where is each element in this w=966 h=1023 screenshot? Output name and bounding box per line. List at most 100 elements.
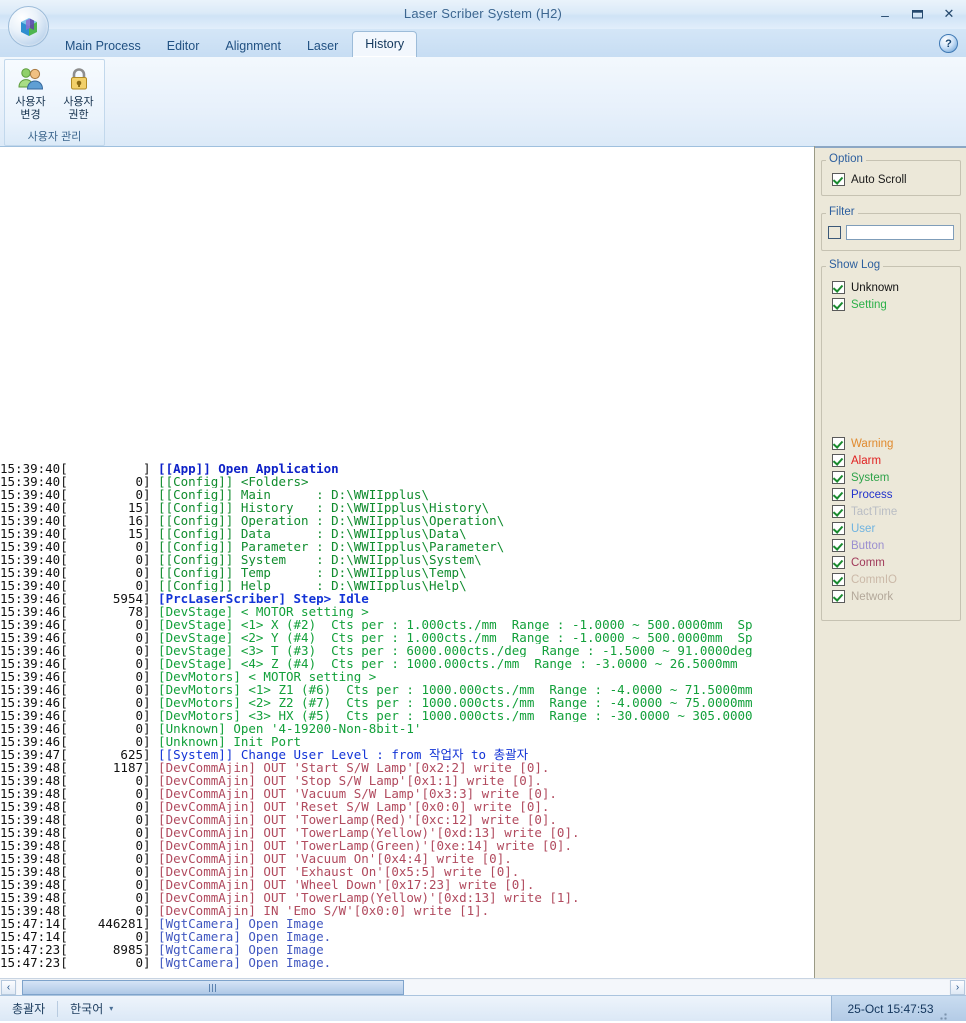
show-log-label-warning: Warning [851, 437, 894, 450]
show-log-legend: Show Log [826, 259, 884, 271]
user-permission-button[interactable]: 사용자 권한 [56, 64, 102, 122]
log-elapsed: 5954] [67, 592, 151, 605]
app-logo-button[interactable] [8, 6, 49, 47]
tab-editor[interactable]: Editor [155, 35, 212, 57]
show-log-item-unknown[interactable]: Unknown [822, 279, 960, 296]
log-message: [DevCommAjin] OUT 'Wheel Down'[0x17:23] … [150, 878, 535, 891]
show-log-item-tacttime[interactable]: TactTime [822, 503, 960, 520]
log-message: [DevCommAjin] OUT 'TowerLamp(Yellow)'[0x… [150, 826, 580, 839]
log-elapsed: 15] [67, 501, 151, 514]
show-log-item-button[interactable]: Button [822, 537, 960, 554]
scroll-left-button[interactable]: ‹ [1, 979, 16, 995]
log-timestamp: 15:39:48[ [0, 852, 68, 865]
log-elapsed: 0] [67, 813, 151, 826]
show-log-label-alarm: Alarm [851, 454, 882, 467]
log-message: [DevStage] <3> T (#3) Cts per : 6000.000… [150, 644, 753, 657]
show-log-label-tacttime: TactTime [851, 505, 898, 518]
status-language-label: 한국어 [70, 1002, 104, 1016]
option-fieldset: Option Auto Scroll [821, 153, 961, 196]
filter-enable-checkbox[interactable] [828, 226, 841, 239]
log-elapsed: 0] [67, 904, 151, 917]
change-user-label: 사용자 변경 [15, 96, 46, 121]
filter-row [822, 214, 960, 246]
show-log-checkbox-alarm[interactable] [832, 454, 845, 467]
show-log-checkbox-user[interactable] [832, 522, 845, 535]
log-message: [[Config]] Parameter : D:\WWIIpplus\Para… [150, 540, 505, 553]
window-title: Laser Scriber System (H2) [403, 6, 563, 21]
show-log-checkbox-tacttime[interactable] [832, 505, 845, 518]
log-elapsed: 78] [67, 605, 151, 618]
log-message: [[System]] Change User Level : from 작업자 … [150, 748, 529, 761]
log-message: [DevCommAjin] OUT 'TowerLamp(Yellow)'[0x… [150, 891, 580, 904]
show-log-checkbox-unknown[interactable] [832, 281, 845, 294]
log-message: [DevCommAjin] OUT 'Stop S/W Lamp'[0x1:1]… [150, 774, 542, 787]
show-log-item-network[interactable]: Network [822, 588, 960, 605]
close-button[interactable]: ✕ [938, 5, 960, 23]
tab-history[interactable]: History [352, 31, 418, 57]
log-timestamp: 15:39:46[ [0, 683, 68, 696]
show-log-item-alarm[interactable]: Alarm [822, 452, 960, 469]
log-timestamp: 15:39:48[ [0, 774, 68, 787]
chevron-down-icon: ▾ [109, 1004, 114, 1013]
scroll-right-button[interactable]: › [950, 979, 965, 995]
log-message: [DevCommAjin] OUT 'Exhaust On'[0x5:5] wr… [150, 865, 520, 878]
help-button[interactable]: ? [939, 34, 958, 53]
maximize-icon [911, 10, 923, 19]
scroll-track[interactable] [17, 979, 949, 995]
log-message: [DevMotors] < MOTOR setting > [150, 670, 377, 683]
show-log-checkbox-network[interactable] [832, 590, 845, 603]
show-log-label-system: System [851, 471, 890, 484]
scroll-thumb[interactable] [22, 979, 404, 995]
show-log-item-system[interactable]: System [822, 469, 960, 486]
show-log-checkbox-setting[interactable] [832, 298, 845, 311]
auto-scroll-row[interactable]: Auto Scroll [822, 171, 960, 188]
tab-alignment[interactable]: Alignment [213, 35, 293, 57]
show-log-checkbox-system[interactable] [832, 471, 845, 484]
log-elapsed: 0] [67, 787, 151, 800]
show-log-item-warning[interactable]: Warning [822, 435, 960, 452]
show-log-checkbox-commio[interactable] [832, 573, 845, 586]
title-bar: Laser Scriber System (H2) – ✕ [0, 0, 966, 30]
log-timestamp: 15:39:48[ [0, 904, 68, 917]
show-log-fieldset: Show Log Unknown Setting Warning Alarm Syst… [821, 259, 961, 621]
show-log-checkbox-comm[interactable] [832, 556, 845, 569]
log-timestamp: 15:39:48[ [0, 761, 68, 774]
show-log-item-comm[interactable]: Comm [822, 554, 960, 571]
log-elapsed: 0] [67, 540, 151, 553]
log-timestamp: 15:39:46[ [0, 696, 68, 709]
log-message: [[Config]] Temp : D:\WWIIpplus\Temp\ [150, 566, 467, 579]
show-log-item-user[interactable]: User [822, 520, 960, 537]
filter-input[interactable] [846, 225, 954, 240]
tab-main-process[interactable]: Main Process [53, 35, 153, 57]
show-log-item-process[interactable]: Process [822, 486, 960, 503]
log-elapsed: 0] [67, 709, 151, 722]
log-timestamp: 15:39:46[ [0, 631, 68, 644]
maximize-button[interactable] [906, 5, 928, 23]
show-log-item-commio[interactable]: CommIO [822, 571, 960, 588]
show-log-checkbox-process[interactable] [832, 488, 845, 501]
log-elapsed: 0] [67, 891, 151, 904]
show-log-group-top: Unknown Setting [822, 267, 960, 313]
log-timestamp: 15:39:46[ [0, 670, 68, 683]
log-message: [DevCommAjin] IN 'Emo S/W'[0x0:0] write … [150, 904, 490, 917]
log-timestamp: 15:39:48[ [0, 865, 68, 878]
log-timestamp: 15:39:46[ [0, 605, 68, 618]
log-message: [[App]] Open Application [150, 462, 339, 475]
minimize-button[interactable]: – [874, 5, 896, 26]
tab-laser[interactable]: Laser [295, 35, 350, 57]
show-log-checkbox-button[interactable] [832, 539, 845, 552]
log-elapsed: 0] [67, 579, 151, 592]
log-elapsed: 0] [67, 670, 151, 683]
show-log-item-setting[interactable]: Setting [822, 296, 960, 313]
change-user-button[interactable]: 사용자 변경 [8, 64, 54, 122]
log-elapsed: 0] [67, 618, 151, 631]
log-timestamp: 15:39:40[ [0, 566, 68, 579]
log-elapsed: 15] [67, 527, 151, 540]
log-message: [WgtCamera] Open Image. [150, 956, 332, 969]
horizontal-scrollbar[interactable]: ‹ › [0, 978, 966, 995]
auto-scroll-checkbox[interactable] [832, 173, 845, 186]
log-timestamp: 15:39:46[ [0, 735, 68, 748]
show-log-checkbox-warning[interactable] [832, 437, 845, 450]
lock-icon [64, 64, 94, 94]
status-language-selector[interactable]: 한국어 ▾ [58, 996, 125, 1021]
